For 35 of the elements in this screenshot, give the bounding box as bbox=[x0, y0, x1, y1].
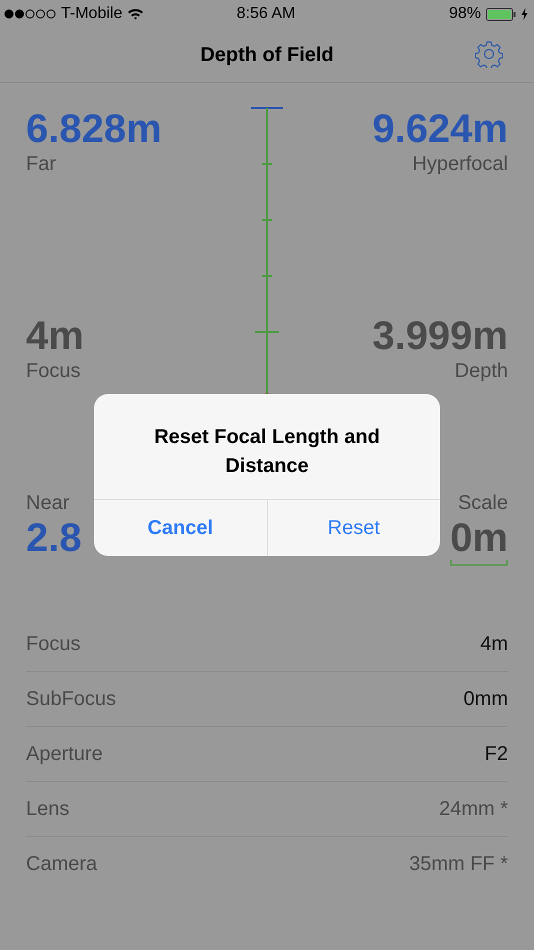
cancel-button[interactable]: Cancel bbox=[94, 500, 266, 556]
near-value: 2.8 bbox=[26, 516, 82, 560]
setting-label: Focus bbox=[26, 632, 80, 656]
setting-value[interactable]: 4m bbox=[480, 632, 508, 656]
setting-value[interactable]: F2 bbox=[484, 742, 508, 766]
battery-percent: 98% bbox=[448, 5, 481, 23]
scale-value: 0m bbox=[450, 516, 508, 560]
setting-label: Lens bbox=[26, 798, 70, 820]
carrier-name: T-Mobile bbox=[61, 5, 122, 23]
charging-icon bbox=[520, 8, 528, 20]
setting-label: Camera bbox=[26, 852, 98, 876]
battery-icon bbox=[486, 8, 516, 20]
nav-title: Depth of Field bbox=[200, 44, 334, 66]
setting-label: SubFocus bbox=[26, 688, 116, 710]
status-time: 8:56 AM bbox=[236, 5, 296, 23]
setting-value[interactable]: 35mm FF * bbox=[409, 852, 508, 876]
depth-value: 3.999m bbox=[372, 314, 508, 358]
scale-label: Scale bbox=[458, 491, 508, 516]
focus-value: 4m bbox=[26, 314, 84, 358]
depth-label: Depth bbox=[454, 359, 508, 384]
signal-icon bbox=[4, 9, 56, 19]
reset-button[interactable]: Reset bbox=[266, 500, 440, 556]
wifi-icon bbox=[127, 8, 144, 20]
setting-label: Aperture bbox=[26, 742, 103, 766]
far-label: Far bbox=[26, 152, 56, 177]
hyperfocal-label: Hyperfocal bbox=[412, 152, 508, 177]
near-label: Near bbox=[26, 491, 70, 516]
setting-value[interactable]: 24mm * bbox=[439, 798, 508, 820]
focus-label: Focus bbox=[26, 359, 80, 384]
hyperfocal-value: 9.624m bbox=[372, 107, 508, 151]
scale-bracket-icon bbox=[450, 560, 508, 566]
alert-title: Reset Focal Length and Distance bbox=[153, 424, 381, 478]
settings-icon[interactable] bbox=[475, 40, 503, 68]
setting-value[interactable]: 0mm bbox=[464, 688, 508, 710]
far-value: 6.828m bbox=[26, 107, 162, 151]
